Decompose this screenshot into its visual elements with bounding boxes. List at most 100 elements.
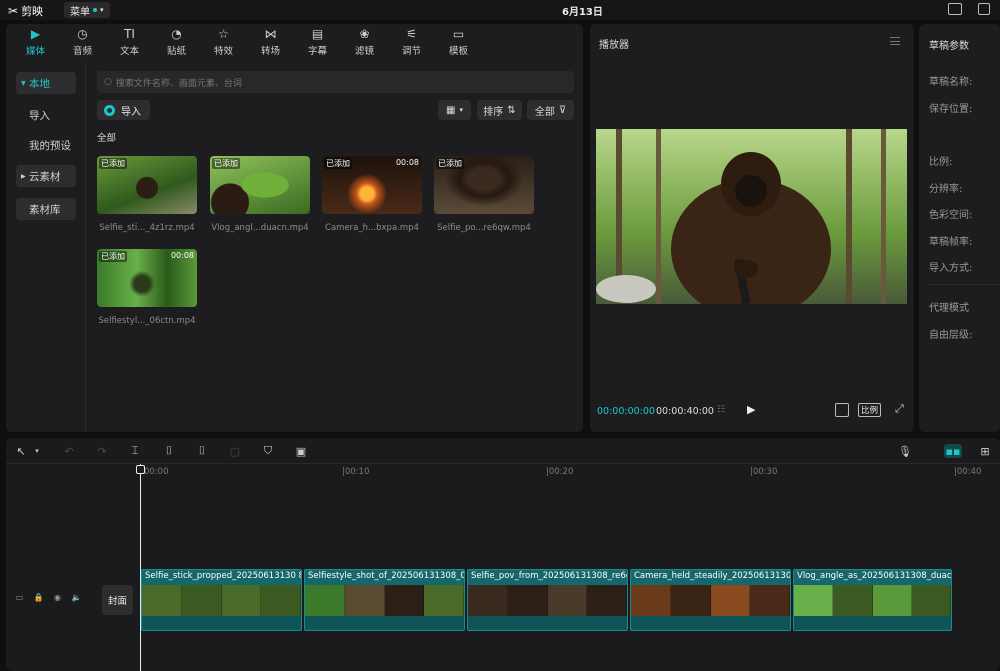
timecode-grid-icon[interactable]: ☷ bbox=[717, 405, 733, 416]
media-tabs: ▶ 媒体 ◷ 音频 TI 文本 ◔ 贴纸 ☆ 特效 ⋈ 转场 ▤ 字幕 ❀ 滤镜 ⚟ 调节 ▭ 模板 bbox=[6, 24, 583, 60]
divider bbox=[929, 284, 1000, 285]
preview-frame bbox=[596, 129, 907, 304]
speaker-icon[interactable]: 🔈 bbox=[71, 592, 82, 603]
tab-adjust[interactable]: ⚟ 调节 bbox=[388, 24, 435, 60]
select-cursor-icon[interactable]: ↖ bbox=[14, 444, 28, 458]
sidebar-item-presets[interactable]: 我的预设 bbox=[16, 134, 76, 156]
tab-sticker[interactable]: ◔ 贴纸 bbox=[153, 24, 200, 60]
transition-icon: ⋈ bbox=[264, 27, 277, 41]
sort-icon: ⇅ bbox=[507, 104, 516, 116]
media-sidebar: ▼ 本地 导入 我的预设 ▶ 云素材 素材库 bbox=[6, 62, 86, 432]
lock-icon[interactable]: 🔒 bbox=[33, 592, 44, 603]
preview-axis-icon[interactable]: ⊞ bbox=[978, 444, 992, 458]
playhead[interactable] bbox=[140, 464, 141, 671]
timeline-clip[interactable]: Camera_held_steadily_202506131308_s bbox=[630, 569, 791, 631]
chevron-down-icon[interactable]: ▾ bbox=[30, 444, 44, 458]
draft-label-import-mode: 导入方式: bbox=[929, 263, 973, 274]
keyboard-icon[interactable] bbox=[948, 3, 962, 15]
audio-icon: ◷ bbox=[77, 27, 88, 41]
fullscreen-icon[interactable]: ⤢ bbox=[895, 402, 904, 416]
filter-icon: ❀ bbox=[359, 27, 370, 41]
link-toggle-icon[interactable]: ▪▪ bbox=[944, 444, 962, 458]
trim-right-icon[interactable]: ⌷ bbox=[195, 444, 209, 458]
search-placeholder: 搜索文件名称、画面元素、台词 bbox=[115, 78, 242, 89]
cover-button[interactable]: 封面 bbox=[102, 585, 133, 615]
sidebar-item-import[interactable]: 导入 bbox=[16, 104, 76, 126]
timeline-panel: ↖ ▾ ↶ ↷ ⌶ ⌷ ⌷ ▢ ⛉ ▣ 🎙 ▪▪ ⊞ 00:00 |00:10 … bbox=[6, 438, 1000, 671]
clip-name: Vlog_angle_as_202506131308_duacn.m bbox=[797, 571, 952, 581]
filter-button[interactable]: 全部 ⊽ bbox=[527, 100, 574, 120]
ratio-button[interactable]: 比例 bbox=[858, 403, 882, 417]
timeline-clip[interactable]: Selfie_pov_from_202506131308_re6qw.m bbox=[467, 569, 628, 631]
tab-label: 字幕 bbox=[307, 46, 327, 57]
marker-icon[interactable]: ⛉ bbox=[261, 444, 275, 458]
sidebar-item-label: 本地 bbox=[29, 77, 50, 90]
media-item[interactable]: 已添加 bbox=[97, 156, 197, 214]
clip-frames bbox=[305, 585, 464, 617]
tab-label: 特效 bbox=[213, 46, 233, 57]
tab-label: 媒体 bbox=[25, 46, 45, 57]
play-icon[interactable]: ▶ bbox=[747, 403, 755, 416]
clip-frames bbox=[142, 585, 301, 617]
view-mode-button[interactable]: ▦ ▾ bbox=[438, 100, 471, 120]
draft-label-colorspace: 色彩空间: bbox=[929, 210, 973, 221]
trim-left-icon[interactable]: ⌷ bbox=[162, 444, 176, 458]
filter-label: 全部 bbox=[534, 106, 555, 118]
grid-icon: ▦ bbox=[446, 104, 456, 116]
layout-icon[interactable] bbox=[978, 3, 990, 15]
template-icon: ▭ bbox=[452, 27, 465, 41]
eye-icon[interactable]: ◉ bbox=[52, 592, 63, 603]
ruler-label: |00:10 bbox=[342, 467, 370, 477]
sticker-icon: ◔ bbox=[171, 27, 182, 41]
media-item-name: Camera_h...bxpa.mp4 bbox=[325, 223, 419, 233]
playhead-handle[interactable] bbox=[136, 465, 145, 474]
clip-name: Selfie_pov_from_202506131308_re6qw.m bbox=[471, 571, 627, 581]
image-edit-icon[interactable]: ▣ bbox=[294, 444, 308, 458]
draft-label-location: 保存位置: bbox=[929, 104, 973, 115]
media-item[interactable]: 已添加 bbox=[434, 156, 534, 214]
import-button[interactable]: 导入 bbox=[97, 100, 150, 120]
media-item[interactable]: 已添加 bbox=[210, 156, 310, 214]
sidebar-item-cloud[interactable]: ▶ 云素材 bbox=[16, 165, 76, 187]
current-time: 00:00:00:00 bbox=[597, 406, 655, 417]
undo-icon[interactable]: ↶ bbox=[62, 444, 76, 458]
tab-text[interactable]: TI 文本 bbox=[106, 24, 153, 60]
clip-frames bbox=[794, 585, 951, 617]
sort-button[interactable]: 排序 ⇅ bbox=[477, 100, 522, 120]
tab-audio[interactable]: ◷ 音频 bbox=[59, 24, 106, 60]
redo-icon[interactable]: ↷ bbox=[95, 444, 109, 458]
clip-frames bbox=[468, 585, 627, 617]
video-preview bbox=[596, 129, 907, 304]
media-item[interactable]: 已添加 00:08 bbox=[97, 249, 197, 307]
tab-transition[interactable]: ⋈ 转场 bbox=[247, 24, 294, 60]
sidebar-item-local[interactable]: ▼ 本地 bbox=[16, 72, 76, 94]
timeline-ruler: 00:00 |00:10 |00:20 |00:30 |00:40 bbox=[140, 464, 1000, 480]
delete-icon[interactable]: ▢ bbox=[228, 444, 242, 458]
draft-label-resolution: 分辨率: bbox=[929, 184, 963, 195]
timeline-clip[interactable]: Vlog_angle_as_202506131308_duacn.m bbox=[793, 569, 952, 631]
sidebar-item-label: 导入 bbox=[29, 109, 50, 122]
tab-label: 转场 bbox=[260, 46, 280, 57]
menu-icon[interactable] bbox=[890, 37, 900, 45]
status-dot-icon bbox=[93, 8, 97, 12]
clip-name: Selfiestyle_shot_of_202506131308_06ctn bbox=[308, 571, 464, 581]
timeline-clip[interactable]: Selfiestyle_shot_of_202506131308_06ctn bbox=[304, 569, 465, 631]
media-item-name: Selfie_po...re6qw.mp4 bbox=[437, 223, 531, 233]
tab-template[interactable]: ▭ 模板 bbox=[435, 24, 482, 60]
media-item[interactable]: 已添加 00:08 bbox=[322, 156, 422, 214]
sidebar-item-library[interactable]: 素材库 bbox=[16, 198, 76, 220]
timeline-clip[interactable]: Selfie_stick_propped_20250613130 8_4z bbox=[141, 569, 302, 631]
tab-subtitle[interactable]: ▤ 字幕 bbox=[294, 24, 341, 60]
player-panel: 播放器 00:00:00:00 00:00:40:00 ☷ ▶ 比例 ⤢ bbox=[590, 24, 914, 432]
tab-effects[interactable]: ☆ 特效 bbox=[200, 24, 247, 60]
tab-media[interactable]: ▶ 媒体 bbox=[12, 24, 59, 60]
fit-screen-icon[interactable] bbox=[835, 403, 849, 417]
microphone-icon[interactable]: 🎙 bbox=[898, 444, 912, 458]
audio-waveform bbox=[305, 616, 464, 630]
track-cover-icon[interactable]: ▭ bbox=[14, 592, 25, 603]
tab-filter[interactable]: ❀ 滤镜 bbox=[341, 24, 388, 60]
search-input[interactable]: ○ 搜索文件名称、画面元素、台词 bbox=[97, 71, 574, 93]
duration-label: 00:08 bbox=[395, 158, 419, 167]
split-icon[interactable]: ⌶ bbox=[128, 444, 142, 458]
menu-button[interactable]: 菜单 ▾ bbox=[64, 2, 110, 18]
